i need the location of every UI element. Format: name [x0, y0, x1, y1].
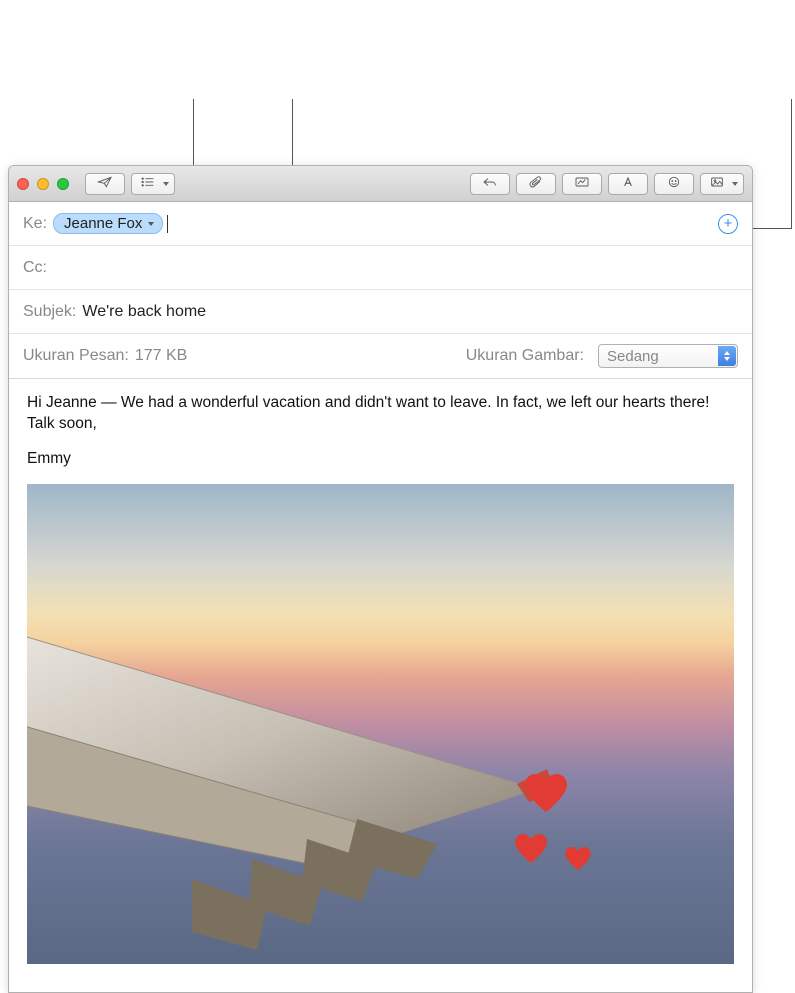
heart-icon: [525, 774, 567, 812]
body-paragraph: Hi Jeanne — We had a wonderful vacation …: [27, 393, 734, 435]
reply-button[interactable]: [470, 173, 510, 195]
subject-value: We're back home: [82, 303, 206, 321]
header-fields-menu-button[interactable]: [131, 173, 175, 195]
compose-window: Ke: Jeanne Fox + Cc: Subjek: We're back …: [8, 165, 753, 993]
to-field-row[interactable]: Ke: Jeanne Fox +: [9, 202, 752, 246]
attached-image[interactable]: [27, 484, 734, 964]
message-header-fields: Ke: Jeanne Fox + Cc: Subjek: We're back …: [9, 202, 752, 379]
subject-label: Subjek:: [23, 303, 76, 321]
select-stepper-icon: [718, 346, 736, 366]
recipient-token[interactable]: Jeanne Fox: [53, 213, 163, 234]
body-signature: Emmy: [27, 449, 734, 470]
format-text-icon: [620, 175, 636, 192]
reply-icon: [482, 175, 498, 192]
photo-icon: [709, 175, 725, 192]
subject-field-row[interactable]: Subjek: We're back home: [9, 290, 752, 334]
format-button[interactable]: [608, 173, 648, 195]
cc-field-row[interactable]: Cc:: [9, 246, 752, 290]
message-size-label: Ukuran Pesan:: [23, 347, 129, 365]
airplane-wing-illustration: [27, 634, 577, 964]
image-size-value: Sedang: [607, 348, 659, 365]
message-size-value: 177 KB: [135, 347, 187, 365]
image-size-label: Ukuran Gambar:: [466, 347, 584, 365]
to-label: Ke:: [23, 215, 47, 233]
text-caret: [167, 215, 168, 233]
minimize-button[interactable]: [37, 178, 49, 190]
smiley-icon: [666, 175, 682, 192]
chevron-down-icon: [148, 222, 154, 226]
heart-icon: [515, 834, 547, 863]
paper-plane-icon: [97, 175, 113, 192]
cc-label: Cc:: [23, 259, 47, 277]
recipient-name: Jeanne Fox: [64, 215, 142, 232]
zoom-button[interactable]: [57, 178, 69, 190]
plus-icon: +: [724, 216, 733, 231]
message-body[interactable]: Hi Jeanne — We had a wonderful vacation …: [9, 379, 752, 470]
list-icon: [140, 175, 156, 192]
close-button[interactable]: [17, 178, 29, 190]
photo-browser-button[interactable]: [700, 173, 744, 195]
size-row: Ukuran Pesan: 177 KB Ukuran Gambar: Seda…: [9, 334, 752, 378]
callout-line: [791, 99, 792, 229]
send-button[interactable]: [85, 173, 125, 195]
heart-icon: [565, 847, 591, 870]
window-controls: [17, 178, 69, 190]
attach-button[interactable]: [516, 173, 556, 195]
window-titlebar: [9, 166, 752, 202]
emoji-button[interactable]: [654, 173, 694, 195]
markup-icon: [574, 175, 590, 192]
markup-button[interactable]: [562, 173, 602, 195]
add-contact-button[interactable]: +: [718, 214, 738, 234]
paperclip-icon: [528, 175, 544, 192]
callout-line: [193, 99, 194, 174]
image-size-select[interactable]: Sedang: [598, 344, 738, 368]
